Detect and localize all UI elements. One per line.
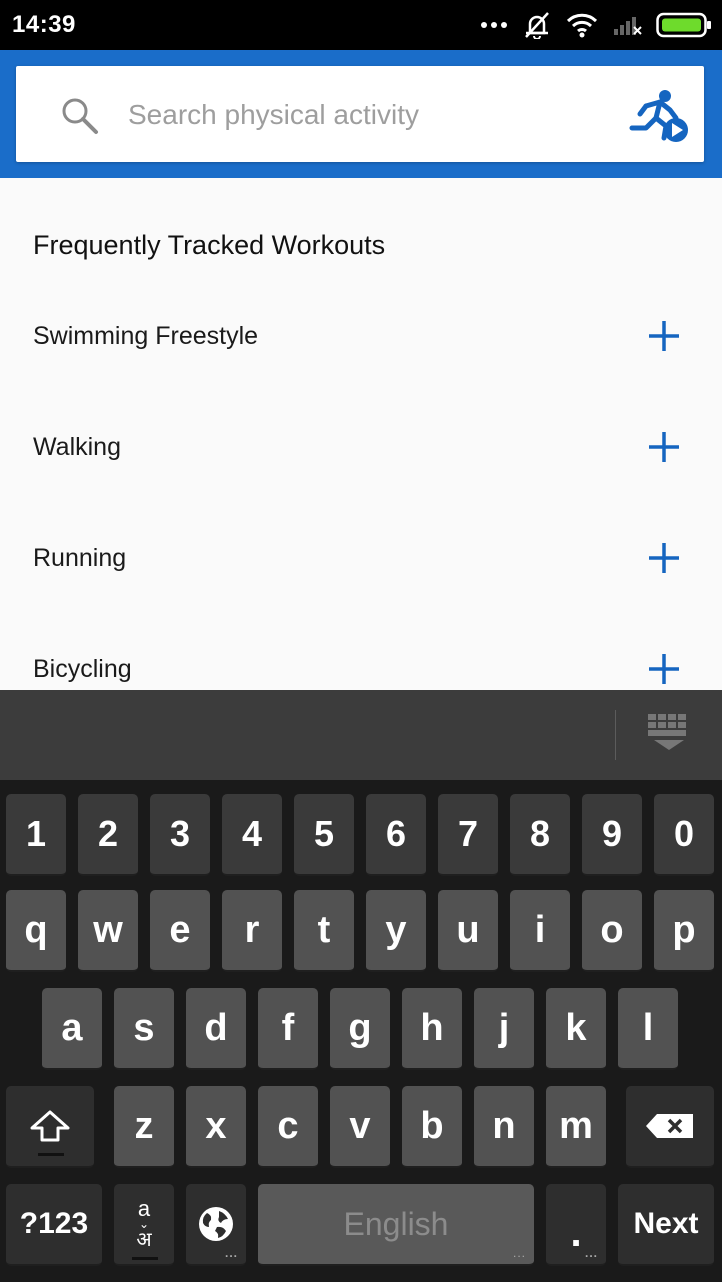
key-hint-dots: ... xyxy=(224,1246,238,1260)
key-w[interactable]: w xyxy=(78,890,138,972)
key-2[interactable]: 2 xyxy=(78,794,138,876)
key-5[interactable]: 5 xyxy=(294,794,354,876)
key-e[interactable]: e xyxy=(150,890,210,972)
more-dots-icon xyxy=(481,22,507,28)
signal-off-icon xyxy=(614,17,642,35)
shift-icon xyxy=(30,1110,70,1142)
key-hint-dots: ... xyxy=(584,1246,598,1260)
key-k[interactable]: k xyxy=(546,988,606,1070)
key-g[interactable]: g xyxy=(330,988,390,1070)
key-9[interactable]: 9 xyxy=(582,794,642,876)
key-6[interactable]: 6 xyxy=(366,794,426,876)
latin-label: a xyxy=(137,1196,151,1221)
key-v[interactable]: v xyxy=(330,1086,390,1168)
status-time: 14:39 xyxy=(12,11,76,38)
devanagari-label: अ xyxy=(136,1227,152,1251)
workout-label: Running xyxy=(33,544,127,572)
list-item-running[interactable]: Running xyxy=(0,538,722,638)
list-item-swimming-freestyle[interactable]: Swimming Freestyle xyxy=(0,316,722,416)
symbols-key[interactable]: ?123 xyxy=(6,1184,102,1266)
search-box[interactable] xyxy=(16,66,704,162)
battery-icon xyxy=(656,12,711,38)
key-n[interactable]: n xyxy=(474,1086,534,1168)
key-f[interactable]: f xyxy=(258,988,318,1070)
key-t[interactable]: t xyxy=(294,890,354,972)
wifi-icon xyxy=(566,13,598,38)
status-icons xyxy=(480,10,712,40)
list-item-walking[interactable]: Walking xyxy=(0,427,722,527)
suggestion-strip xyxy=(0,690,722,780)
key-j[interactable]: j xyxy=(474,988,534,1070)
shift-key[interactable] xyxy=(6,1086,94,1168)
workout-label: Bicycling xyxy=(33,655,132,683)
key-u[interactable]: u xyxy=(438,890,498,972)
key-3[interactable]: 3 xyxy=(150,794,210,876)
key-4[interactable]: 4 xyxy=(222,794,282,876)
key-0[interactable]: 0 xyxy=(654,794,714,876)
add-icon[interactable] xyxy=(644,651,684,687)
shift-indicator xyxy=(38,1153,64,1156)
key-r[interactable]: r xyxy=(222,890,282,972)
key-a[interactable]: a xyxy=(42,988,102,1070)
next-key[interactable]: Next xyxy=(618,1184,714,1266)
keyboard-hide-icon[interactable] xyxy=(646,714,692,754)
search-icon xyxy=(62,98,98,134)
key-1[interactable]: 1 xyxy=(6,794,66,876)
key-d[interactable]: d xyxy=(186,988,246,1070)
language-switch-key[interactable]: a ⌄ अ xyxy=(114,1184,174,1266)
key-c[interactable]: c xyxy=(258,1086,318,1168)
section-title: Frequently Tracked Workouts xyxy=(33,230,386,260)
vibrate-off-icon xyxy=(525,12,549,39)
period-key[interactable]: . ... xyxy=(546,1184,606,1266)
app-header xyxy=(0,50,722,178)
workout-label: Walking xyxy=(33,433,121,461)
key-m[interactable]: m xyxy=(546,1086,606,1168)
key-p[interactable]: p xyxy=(654,890,714,972)
key-8[interactable]: 8 xyxy=(510,794,570,876)
add-icon[interactable] xyxy=(644,540,684,576)
key-y[interactable]: y xyxy=(366,890,426,972)
globe-key[interactable]: ... xyxy=(186,1184,246,1266)
key-l[interactable]: l xyxy=(618,988,678,1070)
backspace-key[interactable] xyxy=(626,1086,714,1168)
key-o[interactable]: o xyxy=(582,890,642,972)
key-underline xyxy=(132,1257,158,1260)
soft-keyboard: 1 2 3 4 5 6 7 8 9 0 q w e r t y u i o p … xyxy=(0,690,722,1282)
key-i[interactable]: i xyxy=(510,890,570,972)
key-s[interactable]: s xyxy=(114,988,174,1070)
start-workout-icon[interactable] xyxy=(624,88,690,144)
key-z[interactable]: z xyxy=(114,1086,174,1168)
key-x[interactable]: x xyxy=(186,1086,246,1168)
search-input[interactable] xyxy=(128,94,598,136)
key-hint-dots: ... xyxy=(512,1246,526,1260)
key-q[interactable]: q xyxy=(6,890,66,972)
status-bar: 14:39 xyxy=(0,0,722,50)
suggestion-divider xyxy=(615,710,616,760)
key-b[interactable]: b xyxy=(402,1086,462,1168)
key-h[interactable]: h xyxy=(402,988,462,1070)
workouts-list: Frequently Tracked Workouts Swimming Fre… xyxy=(0,178,722,690)
workout-label: Swimming Freestyle xyxy=(33,322,259,350)
key-7[interactable]: 7 xyxy=(438,794,498,876)
space-key[interactable]: English ... xyxy=(258,1184,534,1266)
list-item-bicycling[interactable]: Bicycling xyxy=(0,649,722,690)
add-icon[interactable] xyxy=(644,318,684,354)
add-icon[interactable] xyxy=(644,429,684,465)
globe-icon xyxy=(199,1207,233,1241)
backspace-icon xyxy=(646,1114,693,1138)
